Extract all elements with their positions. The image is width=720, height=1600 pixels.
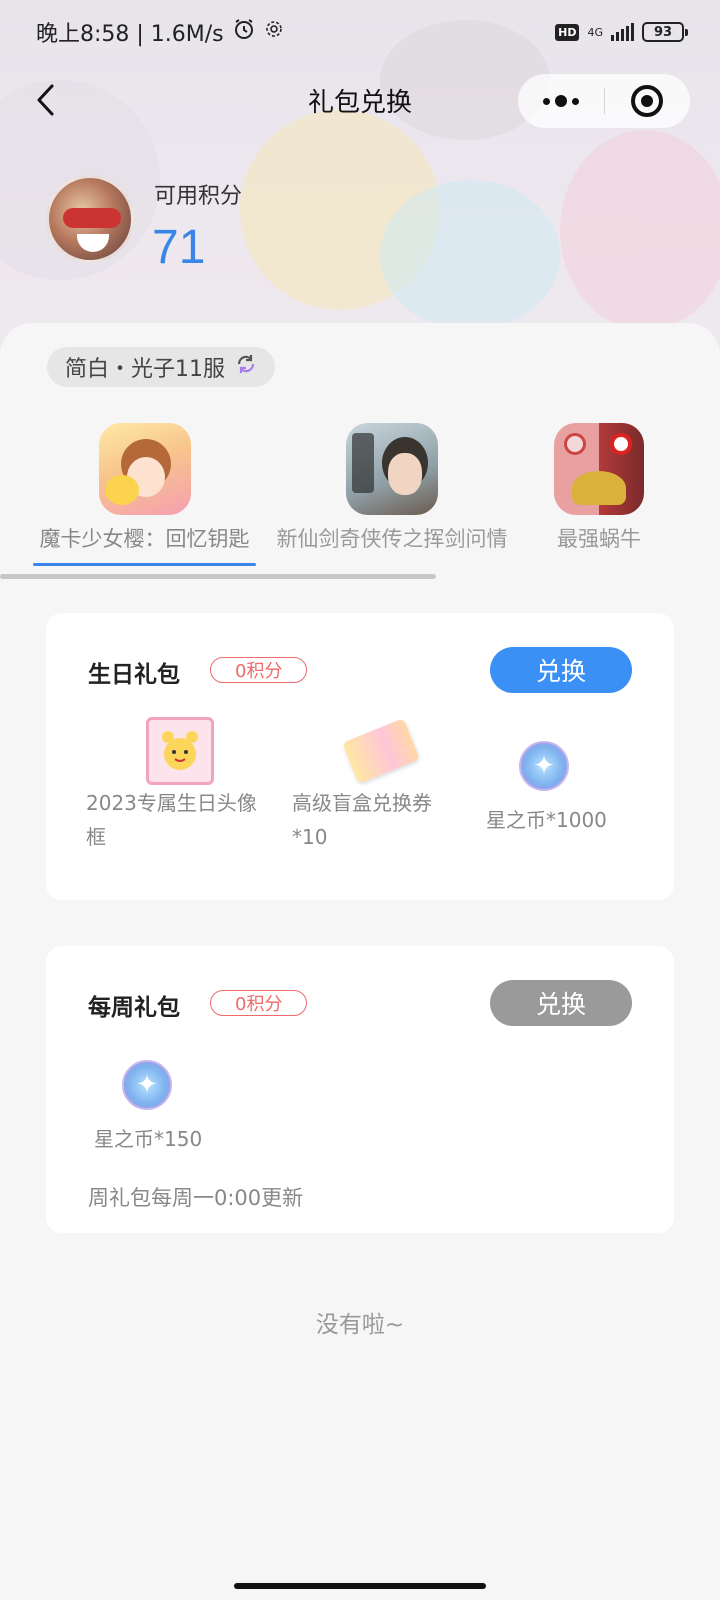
game-icon-snail [554, 423, 644, 515]
game-tab-xianjian[interactable]: 新仙剑奇侠传之挥剑问情 [270, 423, 514, 553]
status-time: 晚上8:58 | 1.6M/s [36, 22, 224, 47]
more-dots-icon [542, 95, 579, 107]
avatar-frame-icon [146, 717, 214, 785]
avatar [46, 175, 134, 263]
package-card-birthday: 生日礼包 0积分 兑换 2023专属生日头像 框 高级盲盒兑换券 *10 ✦ 星… [46, 613, 674, 900]
server-label: 简白・光子11服 [65, 357, 225, 382]
close-button[interactable] [605, 74, 691, 128]
redeem-button[interactable]: 兑换 [490, 980, 632, 1026]
reward-line: 星之币*150 [94, 1127, 203, 1151]
points-label: 可用积分 [154, 184, 243, 209]
home-indicator[interactable] [234, 1583, 486, 1589]
banner-illustration [380, 180, 560, 330]
game-tab-cardcaptor[interactable]: 魔卡少女樱：回忆钥匙 [33, 423, 256, 553]
game-icon-xianjian [346, 423, 438, 515]
reward-label: 星之币*150 [94, 1122, 202, 1156]
game-name: 魔卡少女樱：回忆钥匙 [39, 527, 250, 551]
end-of-list-text: 没有啦~ [315, 1312, 405, 1338]
game-tab-snail[interactable]: 最强蜗牛 [554, 423, 644, 553]
reward-line: 星之币*1000 [486, 808, 607, 832]
banner-illustration [560, 130, 720, 330]
cost-badge: 0积分 [210, 990, 308, 1016]
game-tabs: 魔卡少女樱：回忆钥匙 新仙剑奇侠传之挥剑问情 最强蜗牛 [0, 423, 720, 573]
tabs-scrollbar[interactable] [0, 574, 436, 579]
star-coin-icon: ✦ [122, 1060, 172, 1110]
reward-label: 2023专属生日头像 框 [86, 786, 257, 854]
points-value: 71 [152, 221, 206, 274]
signal-icon [611, 23, 634, 41]
package-card-weekly: 每周礼包 0积分 兑换 ✦ 星之币*150 周礼包每周一0:00更新 [46, 946, 674, 1233]
game-name: 新仙剑奇侠传之挥剑问情 [276, 527, 508, 551]
refresh-icon[interactable] [235, 353, 257, 381]
reward-label: 高级盲盒兑换券 *10 [292, 786, 432, 854]
game-name: 最强蜗牛 [557, 527, 641, 551]
redeem-button[interactable]: 兑换 [490, 647, 632, 693]
nav-bar: 礼包兑换 [0, 70, 720, 132]
hd-badge: HD [555, 23, 580, 41]
game-icon-cardcaptor [98, 423, 191, 515]
star-coin-icon: ✦ [519, 741, 569, 791]
reward-label: 星之币*1000 [486, 803, 607, 837]
more-button[interactable] [518, 74, 604, 128]
reward-line: *10 [292, 825, 328, 849]
target-circle-icon [631, 85, 664, 117]
package-title: 每周礼包 [88, 995, 180, 1021]
mini-program-capsule [518, 74, 690, 128]
battery-indicator: 93 [642, 22, 688, 42]
reward-line: 2023专属生日头像 [86, 791, 257, 815]
ticket-icon [342, 718, 420, 784]
network-label: 4G [587, 25, 603, 39]
alarm-icon [232, 17, 256, 47]
reward-line: 框 [86, 825, 106, 849]
package-title: 生日礼包 [88, 662, 180, 688]
tab-active-indicator [33, 563, 256, 566]
server-selector[interactable]: 简白・光子11服 [47, 347, 275, 387]
reward-line: 高级盲盒兑换券 [292, 791, 432, 815]
main-sheet: 简白・光子11服 魔卡少女樱：回忆钥匙 新仙剑奇侠传之挥剑问情 最强蜗牛 生日礼… [0, 323, 720, 1600]
settings-gear-icon [264, 19, 284, 45]
refresh-note: 周礼包每周一0:00更新 [88, 1186, 304, 1210]
status-bar: 晚上8:58 | 1.6M/s HD 4G 93 [0, 0, 720, 64]
cost-badge: 0积分 [210, 657, 308, 683]
